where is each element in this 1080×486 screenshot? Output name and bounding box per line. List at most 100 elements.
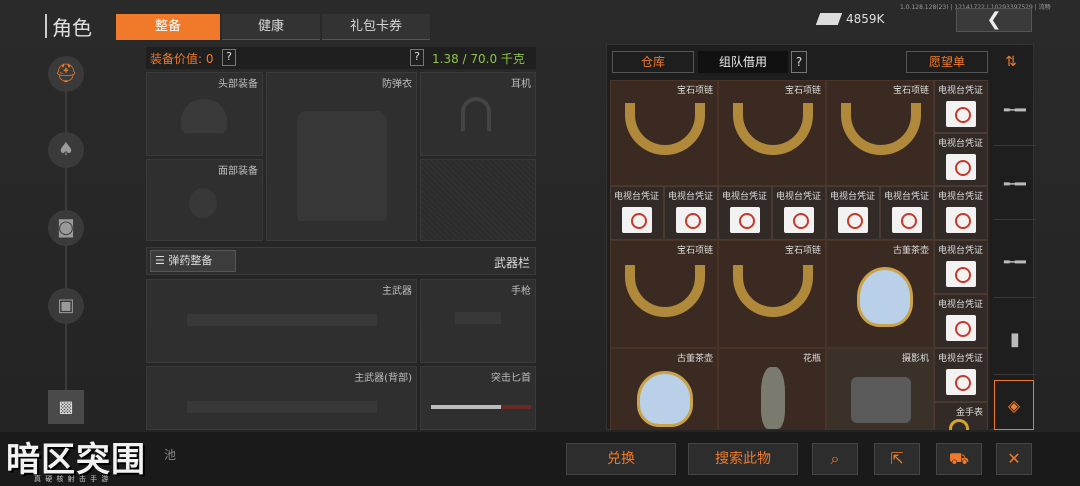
filter-loot-icon[interactable]: ◈ <box>994 380 1034 430</box>
slot-face[interactable]: 面部装备 <box>146 159 263 241</box>
item-tv-cert[interactable]: 电视台凭证 <box>934 294 988 348</box>
item-tv-cert[interactable]: 电视台凭证 <box>934 186 988 240</box>
item-tv-cert[interactable]: 电视台凭证 <box>934 348 988 402</box>
necklace-icon <box>841 103 921 155</box>
back-button[interactable]: ❮ <box>956 8 1032 32</box>
currency-amount: 4859K <box>846 12 885 26</box>
slot-label: 主武器 <box>382 286 412 297</box>
item-tv-cert[interactable]: 电视台凭证 <box>664 186 718 240</box>
nav-gift-icon[interactable]: ▩ <box>48 390 84 424</box>
wishlist-button[interactable]: 愿望单 <box>906 51 988 73</box>
slot-head[interactable]: 头部装备 <box>146 72 263 156</box>
necklace-icon <box>733 103 813 155</box>
nav-helmet-icon[interactable]: ⛑ <box>48 56 84 92</box>
ammo-button-label: 弹药整备 <box>168 254 213 267</box>
tab-health[interactable]: 健康 <box>222 14 320 40</box>
exchange-button[interactable]: 兑换 <box>566 443 676 475</box>
item-name: 花瓶 <box>802 354 821 364</box>
nav-vest-icon[interactable]: ♠ <box>48 132 84 168</box>
slot-primary[interactable]: 主武器 <box>146 279 417 363</box>
helmet-icon <box>181 99 227 133</box>
item-tv-cert[interactable]: 电视台凭证 <box>934 240 988 294</box>
item-tv-cert[interactable]: 电视台凭证 <box>610 186 664 240</box>
item-tv-cert[interactable]: 电视台凭证 <box>826 186 880 240</box>
item-vase[interactable]: 花瓶 <box>718 348 826 430</box>
item-name: 宝石项链 <box>676 86 713 96</box>
slot-label: 手枪 <box>511 286 531 297</box>
filter-smg-icon[interactable]: ╾━ <box>994 228 1036 298</box>
item-tv-cert[interactable]: 电视台凭证 <box>934 80 988 133</box>
teapot-icon <box>857 267 913 327</box>
sort-icon[interactable]: ⇅ <box>996 51 1026 73</box>
value-help-button[interactable]: ? <box>222 49 236 66</box>
cash-icon <box>815 13 843 25</box>
ammo-button[interactable]: ☰ 弹药整备 <box>150 250 236 272</box>
item-necklace[interactable]: 宝石项链 <box>718 240 826 348</box>
search-button[interactable]: ⌕ <box>812 443 858 475</box>
item-name: 摄影机 <box>901 354 929 364</box>
slot-locked <box>420 159 536 241</box>
item-name: 宝石项链 <box>784 86 821 96</box>
item-necklace[interactable]: 宝石项链 <box>826 80 934 186</box>
item-name: 古董茶壶 <box>892 246 929 256</box>
logo-subtitle: 真 硬 核 射 击 手 游 <box>34 475 110 483</box>
search-item-button[interactable]: 搜索此物 <box>688 443 798 475</box>
slot-melee[interactable]: 突击匕首 <box>420 366 536 430</box>
close-button[interactable]: ✕ <box>996 443 1032 475</box>
tab-gift-cards[interactable]: 礼包卡券 <box>322 14 430 40</box>
slot-label: 面部装备 <box>218 166 258 177</box>
slot-armor[interactable]: 防弹衣 <box>266 72 417 241</box>
weight-help-button[interactable]: ? <box>410 49 424 66</box>
item-tv-cert[interactable]: 电视台凭证 <box>718 186 772 240</box>
item-teapot[interactable]: 古董茶壶 <box>610 348 718 430</box>
back-bar-line <box>45 14 47 38</box>
nav-backpack-icon[interactable]: ◙ <box>48 210 84 246</box>
certificate-icon <box>946 369 976 395</box>
filter-rifle-icon[interactable]: ╾━ <box>994 76 1036 146</box>
move-out-button[interactable]: ⇱ <box>874 443 920 475</box>
item-name: 宝石项链 <box>892 86 929 96</box>
slot-primary-back[interactable]: 主武器(背部) <box>146 366 417 430</box>
item-tv-cert[interactable]: 电视台凭证 <box>934 133 988 186</box>
item-gold-watch[interactable]: 金手表 <box>934 402 988 430</box>
certificate-icon <box>946 154 976 180</box>
item-name: 古董茶壶 <box>676 354 713 364</box>
item-name: 宝石项链 <box>784 246 821 256</box>
item-tv-cert[interactable]: 电视台凭证 <box>772 186 826 240</box>
nav-case-icon[interactable]: ▣ <box>48 288 84 324</box>
item-name: 电视台凭证 <box>937 300 983 310</box>
tab-warehouse[interactable]: 仓库 <box>612 51 694 73</box>
certificate-icon <box>730 207 760 233</box>
camera-icon <box>851 377 911 423</box>
cart-button[interactable]: ⛟ <box>936 443 982 475</box>
item-name: 电视台凭证 <box>721 192 767 202</box>
slot-headset[interactable]: 耳机 <box>420 72 536 156</box>
vase-icon <box>761 367 785 429</box>
weapons-label: 武器栏 <box>494 256 531 270</box>
item-camera[interactable]: 摄影机 <box>826 348 934 430</box>
necklace-icon <box>733 265 813 317</box>
item-name: 金手表 <box>955 408 983 418</box>
filter-ammo-icon[interactable]: ▮ <box>994 305 1036 375</box>
certificate-icon <box>784 207 814 233</box>
cart-icon: ⛟ <box>948 449 970 468</box>
rifle-icon <box>187 314 377 326</box>
list-icon: ☰ <box>155 254 165 267</box>
necklace-icon <box>625 103 705 155</box>
item-name: 宝石项链 <box>676 246 713 256</box>
filter-assault-rifle-icon[interactable]: ╾━ <box>994 150 1036 220</box>
pool-label: 池 <box>164 448 177 462</box>
slot-label: 头部装备 <box>218 79 258 90</box>
pistol-icon <box>455 312 501 324</box>
storage-help-button[interactable]: ? <box>791 51 807 73</box>
item-necklace[interactable]: 宝石项链 <box>610 240 718 348</box>
necklace-icon <box>625 265 705 317</box>
tab-gear[interactable]: 整备 <box>116 14 220 40</box>
tab-team-borrow[interactable]: 组队借用 <box>698 51 788 73</box>
item-name: 电视台凭证 <box>937 246 983 256</box>
slot-pistol[interactable]: 手枪 <box>420 279 536 363</box>
item-necklace[interactable]: 宝石项链 <box>718 80 826 186</box>
item-teapot[interactable]: 古董茶壶 <box>826 240 934 348</box>
item-necklace[interactable]: 宝石项链 <box>610 80 718 186</box>
item-tv-cert[interactable]: 电视台凭证 <box>880 186 934 240</box>
